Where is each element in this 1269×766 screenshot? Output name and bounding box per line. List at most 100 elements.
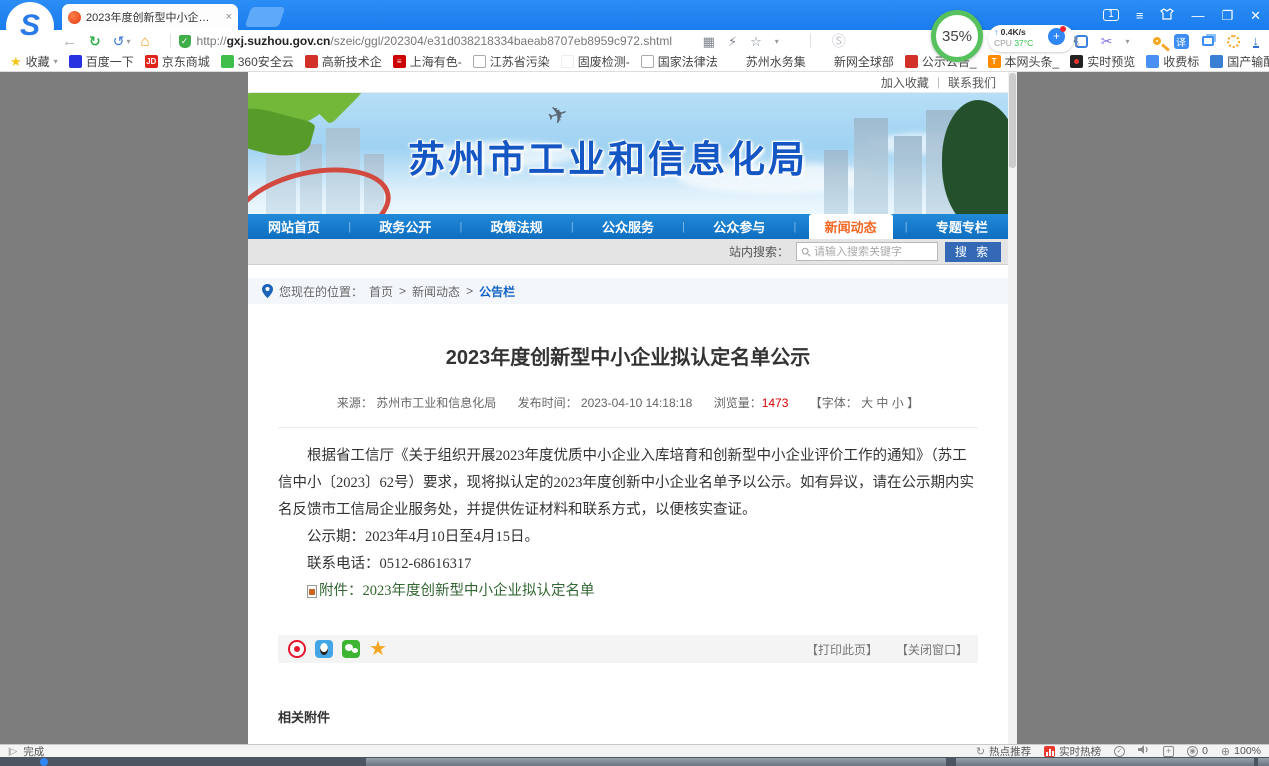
bookmark-item[interactable]: ✿苏州水务集 [729, 53, 806, 70]
close-window-button[interactable]: 【关闭窗口】 [896, 641, 968, 658]
bookmark-item[interactable]: 百度一下 [69, 53, 134, 70]
flash-speed-icon[interactable]: ⚡ [728, 35, 737, 48]
taskbar-window-button[interactable] [956, 758, 1254, 766]
scrollbar-thumb[interactable] [1009, 73, 1016, 168]
network-speed-value: 0.4K/s [1001, 27, 1026, 37]
share-wechat-icon[interactable] [342, 640, 360, 658]
extensions-circle-icon[interactable] [1227, 35, 1240, 48]
nav-item-news-active[interactable]: 新闻动态 [809, 214, 893, 239]
page-scrollbar[interactable] [1008, 72, 1017, 744]
multi-window-icon[interactable] [1202, 36, 1214, 46]
favicon-water-icon [1210, 55, 1223, 68]
url-text[interactable]: http://gxj.suzhou.gov.cn/szeic/ggl/20230… [197, 34, 672, 48]
qrcode-icon[interactable]: ▦ [703, 35, 715, 48]
nav-item-special-topics[interactable]: 专题专栏 [920, 214, 1004, 239]
share-qzone-star-icon[interactable]: ★ [369, 640, 387, 658]
breadcrumb: 您现在的位置： 首页 > 新闻动态 > 公告栏 [248, 278, 1008, 304]
refresh-icon[interactable]: ↻ [89, 34, 101, 48]
status-play-icon: |▷ [8, 746, 17, 757]
nav-item-home[interactable]: 网站首页 [252, 214, 336, 239]
airplane-icon: ✈ [544, 99, 572, 133]
divider [278, 427, 978, 428]
share-weibo-icon[interactable] [288, 640, 306, 658]
bookmark-item[interactable]: 国产输配水 [1210, 53, 1269, 70]
print-page-button[interactable]: 【打印此页】 [806, 641, 878, 658]
speaker-icon[interactable] [1138, 744, 1150, 758]
sogou-assistant-icon[interactable]: Ⓢ [832, 34, 846, 48]
screenshot-scissors-icon[interactable]: ✂ [1101, 33, 1113, 50]
bookmark-item[interactable]: DB固废检测- [561, 53, 630, 70]
breadcrumb-current[interactable]: 公告栏 [479, 283, 515, 300]
font-size-switcher[interactable]: 【字体： 大 中 小 】 [810, 396, 919, 410]
password-key-icon[interactable] [1153, 37, 1161, 45]
bookmark-item[interactable]: 360安全云 [221, 53, 294, 70]
breadcrumb-home-link[interactable]: 首页 [369, 283, 393, 300]
nav-item-policies[interactable]: 政策法规 [475, 214, 559, 239]
download-icon[interactable]: ↓ [1253, 35, 1260, 48]
nav-item-services[interactable]: 公众服务 [586, 214, 670, 239]
undo-icon[interactable]: ↺ [113, 34, 125, 48]
zoom-control[interactable]: ⊕100% [1221, 745, 1261, 758]
building-shape [854, 118, 888, 214]
bookmark-item[interactable]: ≡上海有色- [393, 53, 462, 70]
bookmark-item[interactable]: ≣江苏省污染 [473, 53, 550, 70]
sogou-logo[interactable]: S [6, 2, 54, 50]
bookmark-item[interactable]: ≣国家法律法 [641, 53, 718, 70]
maximize-button[interactable]: ❐ [1221, 9, 1233, 22]
bookmark-item[interactable]: 收费标 [1146, 53, 1199, 70]
undo-caret-icon[interactable]: ▾ [126, 37, 130, 46]
nav-item-participation[interactable]: 公众参与 [697, 214, 781, 239]
views-count: 1473 [762, 396, 789, 410]
windows-taskbar[interactable] [0, 757, 1269, 766]
add-favorite-link[interactable]: 加入收藏 [881, 74, 929, 91]
favicon-notice-icon [905, 55, 918, 68]
site-content: 加入收藏 | 联系我们 ✈ 苏州市工业和信息化局 网站首页 [248, 72, 1008, 744]
favicon-document-icon: ≣ [473, 55, 486, 68]
bookmark-item[interactable]: 实时预览 [1070, 53, 1135, 70]
attachment-link[interactable]: 附件：2023年度创新型中小企业拟认定名单 [278, 578, 978, 605]
skin-theme-icon[interactable] [1160, 8, 1174, 22]
taskbar-app-icon[interactable] [40, 758, 48, 766]
site-title: 苏州市工业和信息化局 [408, 129, 808, 183]
acceleration-gauge[interactable]: 35% [931, 10, 983, 62]
nav-item-gov-info[interactable]: 政务公开 [363, 214, 447, 239]
screenshot-caret-icon[interactable]: ▾ [1125, 37, 1129, 46]
favicon-preview-icon [1070, 55, 1083, 68]
security-check-icon[interactable]: ✓ [1114, 746, 1125, 757]
translate-icon[interactable]: 译 [1174, 34, 1189, 49]
contact-us-link[interactable]: 联系我们 [948, 74, 996, 91]
taskbar-window-button[interactable] [1258, 758, 1269, 766]
browser-tab[interactable]: 2023年度创新型中小企… × [62, 4, 238, 30]
page-repair-icon[interactable]: + [1163, 746, 1174, 757]
bookmark-item[interactable]: T本网头条_ [988, 53, 1060, 70]
ad-block-counter[interactable]: ◉0 [1187, 745, 1208, 757]
article-publish-time: 发布时间： 2023-04-10 14:18:18 [518, 396, 693, 410]
tab-count-badge[interactable]: 1 [1103, 9, 1119, 21]
favicon-hightech-icon [305, 55, 318, 68]
bookmark-item[interactable]: 高新技术企 [305, 53, 382, 70]
favorite-star-icon[interactable]: ☆ [750, 35, 762, 48]
tab-close-icon[interactable]: × [226, 11, 232, 23]
home-icon[interactable]: ⌂ [140, 34, 149, 49]
bookmark-item[interactable]: ➤新网全球部 [817, 53, 894, 70]
share-qq-icon[interactable] [315, 640, 333, 658]
bookmark-item[interactable]: JD京东商城 [145, 53, 210, 70]
breadcrumb-news-link[interactable]: 新闻动态 [412, 283, 460, 300]
taskbar-window-button[interactable] [366, 758, 946, 766]
search-icon [801, 247, 811, 257]
site-search-input[interactable] [814, 246, 933, 258]
browser-statusbar: |▷ 完成 ↻热点推荐 实时热榜 ✓ + ◉0 ⊕100% [0, 744, 1269, 757]
new-tab-button[interactable] [245, 7, 285, 27]
minimize-button[interactable]: — [1191, 9, 1204, 22]
favorite-caret-icon[interactable]: ▾ [775, 37, 779, 46]
site-search-button[interactable]: 搜 索 [945, 242, 1001, 262]
close-button[interactable]: ✕ [1250, 9, 1261, 22]
site-search-field[interactable] [796, 242, 938, 261]
menu-icon[interactable]: ≡ [1136, 9, 1144, 22]
favicon-db-icon: DB [561, 55, 574, 68]
star-icon: ★ [10, 54, 22, 70]
favorites-menu[interactable]: ★收藏▾ [10, 53, 58, 70]
article-views: 浏览量：1473 [714, 396, 789, 410]
back-icon[interactable]: ← [62, 34, 77, 49]
site-safety-shield-icon[interactable]: ✓ [179, 35, 191, 48]
